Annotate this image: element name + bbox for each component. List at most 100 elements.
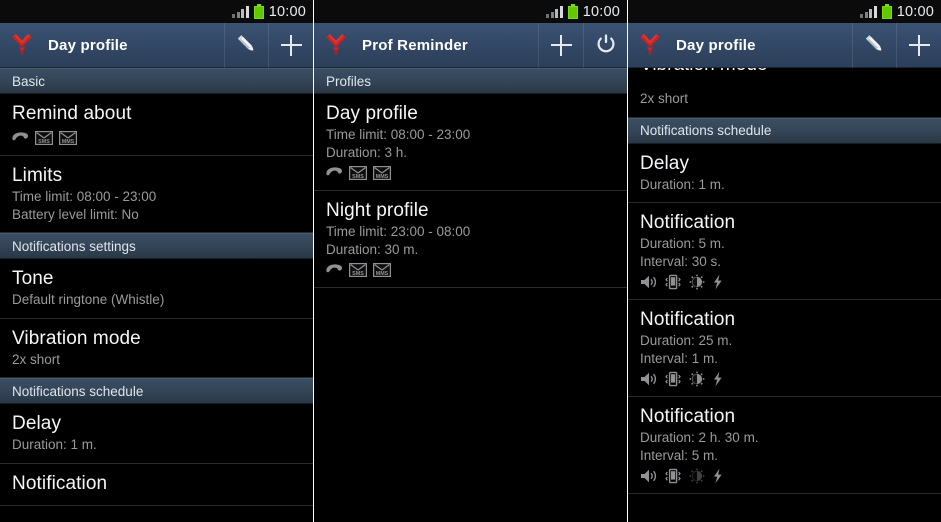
svg-text:SMS: SMS	[352, 271, 364, 277]
list-item-icon-row	[640, 367, 929, 387]
plus-add-icon	[280, 34, 302, 56]
list-item[interactable]: Remind about SMS MMS	[0, 94, 313, 156]
pencil-edit-button[interactable]	[852, 22, 896, 68]
settings-list[interactable]: Basic Remind about SMS MMS Limits Time limit:…	[0, 68, 313, 506]
svg-text:MMS: MMS	[376, 271, 389, 277]
brightness-icon	[688, 468, 706, 484]
status-bar-clock: 10:00	[896, 3, 934, 20]
prof-reminder-logo-icon	[637, 32, 663, 58]
list-item-icon-row: SMS MMS	[326, 161, 615, 181]
flash-icon	[712, 371, 724, 387]
status-bar: 10:00	[314, 0, 627, 23]
settings-list[interactable]: Profiles Day profile Time limit: 08:00 - 2…	[314, 68, 627, 288]
list-item-title: Notification	[640, 309, 736, 330]
pencil-edit-icon	[235, 33, 259, 57]
list-item-subtitle: Duration: 5 m.	[640, 236, 725, 251]
app-logo[interactable]	[628, 32, 672, 58]
pencil-edit-button[interactable]	[224, 22, 268, 68]
list-item-subtitle: Duration: 25 m.	[640, 333, 733, 348]
list-item[interactable]: Notification Duration: 5 m. Interval: 30 s…	[628, 203, 941, 300]
prof-reminder-logo-icon	[9, 32, 35, 58]
list-item[interactable]: Notification Duration: 25 m. Interval: 1 m…	[628, 300, 941, 397]
scrolled-partial-title-text: Vibration mode	[640, 68, 767, 77]
list-item-subtitle: Time limit: 08:00 - 23:00	[12, 189, 157, 204]
plus-add-button[interactable]	[538, 22, 583, 68]
power-toggle-icon	[594, 33, 618, 57]
list-item-subtitle: Interval: 5 m.	[640, 447, 719, 463]
phone-screen-day-profile-top: 10:00 Day profile Basic Remind about SMS MMS L…	[0, 0, 313, 522]
list-item[interactable]: 2x short	[628, 90, 941, 118]
status-bar: 10:00	[628, 0, 941, 23]
scrolled-partial-title: Vibration mode	[628, 68, 941, 90]
list-item-subtitle: Duration: 3 h.	[326, 144, 408, 160]
list-item[interactable]: Vibration mode 2x short	[0, 318, 313, 378]
sound-icon	[640, 371, 658, 387]
list-item-title: Vibration mode	[12, 327, 141, 349]
list-item[interactable]: Delay Duration: 1 m.	[0, 404, 313, 464]
action-bar: Day profile	[0, 22, 313, 68]
list-item-title: Notification	[640, 212, 736, 233]
list-item-title: Limits	[12, 165, 63, 186]
list-item-subtitle: Battery level limit: No	[12, 206, 139, 222]
action-bar: Prof Reminder	[314, 22, 627, 68]
action-bar: Day profile	[628, 22, 941, 68]
list-item-title: Delay	[12, 413, 62, 434]
list-item-title: Remind about	[12, 103, 132, 124]
list-item[interactable]: Limits Time limit: 08:00 - 23:00 Battery l…	[0, 156, 313, 233]
sound-icon	[640, 468, 658, 484]
battery-icon	[881, 4, 892, 19]
section-header: Basic	[0, 68, 313, 94]
plus-add-button[interactable]	[268, 22, 313, 68]
list-item-icon-row	[640, 270, 929, 290]
phone-screen-day-profile-scrolled: 10:00 Day profile Vibration mode 2x short No…	[628, 0, 941, 522]
vibrate-icon	[664, 468, 682, 484]
flash-icon	[712, 274, 724, 290]
vibrate-icon	[664, 371, 682, 387]
plus-add-icon	[908, 34, 930, 56]
signal-bars-icon	[860, 5, 877, 18]
status-bar-clock: 10:00	[268, 3, 306, 20]
list-item-title: Night profile	[326, 200, 429, 221]
list-item[interactable]: Day profile Time limit: 08:00 - 23:00 Dura…	[314, 94, 627, 191]
plus-add-icon	[550, 34, 572, 56]
power-toggle-button[interactable]	[583, 22, 627, 68]
list-item-title: Notification	[12, 472, 108, 494]
list-item-title: Notification	[640, 406, 736, 427]
list-item-subtitle: Interval: 1 m.	[640, 350, 719, 366]
status-bar: 10:00	[0, 0, 313, 23]
plus-add-button[interactable]	[896, 22, 941, 68]
action-bar-title: Prof Reminder	[362, 36, 468, 54]
app-logo[interactable]	[314, 32, 358, 58]
pencil-edit-icon	[863, 33, 887, 57]
screenshot-root: 10:00 Day profile Basic Remind about SMS MMS L…	[0, 0, 941, 522]
list-item-subtitle: Duration: 1 m.	[12, 437, 97, 452]
list-item-title: Tone	[12, 268, 54, 289]
sms-icon: SMS	[35, 130, 53, 145]
settings-list[interactable]: 2x short Notifications schedule Delay Durat…	[628, 90, 941, 494]
list-item[interactable]: Night profile Time limit: 23:00 - 08:00 Du…	[314, 191, 627, 288]
phone-screen-profiles-list: 10:00 Prof Reminder Profiles Day profile Tim…	[314, 0, 627, 522]
list-item[interactable]: Tone Default ringtone (Whistle)	[0, 259, 313, 319]
list-item[interactable]: Notification Duration: 2 h. 30 m. Interval…	[628, 397, 941, 494]
section-header: Notifications settings	[0, 233, 313, 259]
call-icon	[326, 263, 343, 277]
action-bar-title: Day profile	[676, 36, 756, 54]
brightness-icon	[688, 371, 706, 387]
list-item-subtitle: 2x short	[12, 351, 61, 367]
section-header: Notifications schedule	[628, 117, 941, 144]
list-item-subtitle: Duration: 2 h. 30 m.	[640, 430, 759, 445]
battery-icon	[567, 4, 578, 19]
list-item-subtitle: Default ringtone (Whistle)	[12, 292, 165, 307]
mms-icon: MMS	[59, 130, 77, 145]
call-icon	[12, 131, 29, 145]
app-logo[interactable]	[0, 32, 44, 58]
mms-icon: MMS	[373, 262, 391, 277]
list-item-icon-row: SMS MMS	[326, 258, 615, 278]
list-item[interactable]: Notification	[0, 463, 313, 506]
signal-bars-icon	[546, 5, 563, 18]
vibrate-icon	[664, 274, 682, 290]
list-item[interactable]: Delay Duration: 1 m.	[628, 143, 941, 203]
battery-icon	[253, 4, 264, 19]
list-item-icon-row: SMS MMS	[12, 126, 301, 146]
action-bar-title: Day profile	[48, 36, 128, 54]
